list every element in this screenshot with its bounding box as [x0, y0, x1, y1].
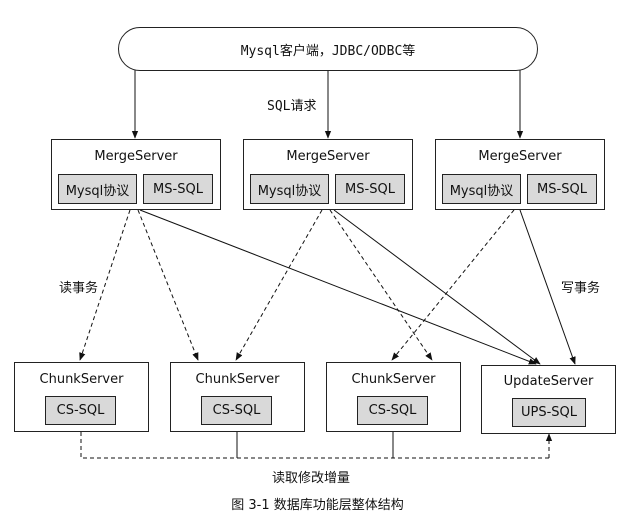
ms-sql-box: MS-SQL [335, 174, 405, 204]
figure-caption: 图 3-1 数据库功能层整体结构 [231, 498, 404, 513]
diagram-canvas: Mysql客户端，JDBC/ODBC等 SQL请求 MergeServer My… [0, 0, 635, 517]
merge-server-2: MergeServer Mysql协议 MS-SQL [243, 139, 413, 210]
ms-sql-label: MS-SQL [537, 181, 587, 197]
ms1-to-ups-write-arrow [139, 209, 537, 365]
cs-sql-box: CS-SQL [45, 396, 116, 425]
ms-sql-label: MS-SQL [153, 181, 203, 197]
mysql-protocol-box: Mysql协议 [58, 174, 137, 204]
ms-sql-box: MS-SQL [527, 174, 597, 204]
cs-sql-label: CS-SQL [368, 403, 417, 418]
ms-sql-box: MS-SQL [143, 174, 213, 204]
merge-server-title: MergeServer [478, 149, 562, 164]
read-increment-label: 读取修改增量 [272, 471, 351, 486]
merge-server-1: MergeServer Mysql协议 MS-SQL [51, 139, 221, 210]
mysql-protocol-box: Mysql协议 [250, 174, 329, 204]
cs-sql-box: CS-SQL [201, 396, 272, 425]
mysql-protocol-label: Mysql协议 [65, 183, 130, 199]
ms2-to-cs2-read-arrow [235, 209, 323, 361]
mysql-protocol-label: Mysql协议 [449, 183, 514, 199]
merge-server-title: MergeServer [94, 149, 178, 164]
diagram-connectors [79, 60, 576, 459]
cs-sql-label: CS-SQL [212, 403, 261, 418]
sql-request-label: SQL请求 [267, 99, 317, 114]
ms2-to-cs3-read-arrow [329, 209, 433, 361]
ms-sql-label: MS-SQL [345, 181, 395, 197]
chunk-server-title: ChunkServer [39, 372, 124, 387]
ms2-to-ups-write-arrow [333, 209, 541, 365]
chunk-server-title: ChunkServer [351, 372, 436, 387]
ms3-to-cs3-read-arrow [391, 209, 515, 361]
cs-sql-label: CS-SQL [56, 403, 105, 418]
chunk-server-2: ChunkServer CS-SQL [170, 362, 305, 432]
update-server-title: UpdateServer [503, 374, 594, 389]
update-server: UpdateServer UPS-SQL [481, 365, 616, 434]
cs-sql-box: CS-SQL [357, 396, 428, 425]
write-transaction-label: 写事务 [561, 281, 601, 296]
mysql-protocol-box: Mysql协议 [442, 174, 521, 204]
mysql-protocol-label: Mysql协议 [257, 183, 322, 199]
chunk-server-title: ChunkServer [195, 372, 280, 387]
client-label: Mysql客户端，JDBC/ODBC等 [240, 43, 416, 59]
client-box: Mysql客户端，JDBC/ODBC等 [118, 27, 538, 71]
ups-sql-box: UPS-SQL [512, 398, 586, 427]
ups-sql-label: UPS-SQL [520, 405, 578, 420]
chunk-server-3: ChunkServer CS-SQL [326, 362, 461, 432]
read-increment-dashed-line [80, 432, 549, 459]
merge-server-title: MergeServer [286, 149, 370, 164]
merge-server-3: MergeServer Mysql协议 MS-SQL [435, 139, 605, 210]
ms1-to-cs2-read-arrow [137, 209, 199, 361]
read-transaction-label: 读事务 [59, 281, 99, 296]
chunk-server-1: ChunkServer CS-SQL [14, 362, 149, 432]
